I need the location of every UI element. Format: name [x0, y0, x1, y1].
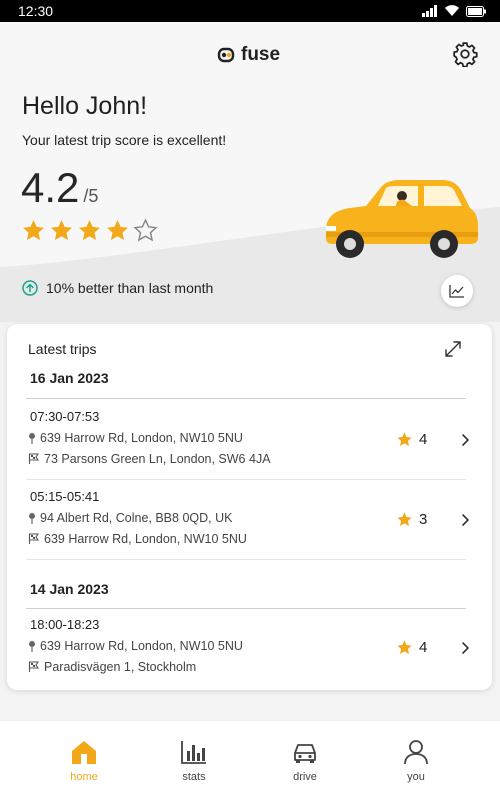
- wifi-icon: [445, 5, 459, 17]
- flag-icon: [28, 453, 40, 464]
- stats-chart-button[interactable]: [441, 275, 473, 307]
- date-divider: [26, 608, 466, 609]
- latest-trips-title: Latest trips: [28, 341, 97, 357]
- arrow-up-circle-icon: [22, 280, 38, 296]
- trip-destination-address: 639 Harrow Rd, London, NW10 5NU: [44, 532, 247, 546]
- fuse-logo-icon: [217, 47, 235, 63]
- star-filled-icon: [23, 220, 44, 240]
- trip-date-header: 16 Jan 2023: [30, 370, 109, 386]
- bottom-navigation: home stats drive you: [0, 720, 500, 800]
- star-icon: [397, 512, 412, 526]
- nav-item-stats[interactable]: stats: [164, 739, 224, 783]
- score-subtitle: Your latest trip score is excellent!: [22, 132, 227, 148]
- nav-label-stats: stats: [182, 771, 206, 783]
- trip-score: 3: [396, 511, 427, 528]
- trip-score-value: 4: [419, 431, 428, 448]
- star-rating: [21, 218, 158, 243]
- brand-name: fuse: [241, 44, 281, 65]
- star-empty-icon: [133, 218, 158, 242]
- status-time: 12:30: [18, 3, 54, 19]
- star-icon: [397, 640, 412, 654]
- trip-score: 4.2 /5: [21, 164, 98, 212]
- trip-origin: 94 Albert Rd, Colne, BB8 0QD, UK: [28, 511, 232, 525]
- trip-origin-address: 639 Harrow Rd, London, NW10 5NU: [40, 639, 243, 653]
- status-icons: [422, 5, 486, 17]
- trip-row[interactable]: 05:15-05:41 94 Albert Rd, Colne, BB8 0QD…: [26, 489, 469, 565]
- trip-time: 05:15-05:41: [30, 489, 100, 504]
- trip-origin-address: 639 Harrow Rd, London, NW10 5NU: [40, 431, 243, 445]
- trip-origin: 639 Harrow Rd, London, NW10 5NU: [28, 431, 243, 445]
- trip-row[interactable]: 07:30-07:53 639 Harrow Rd, London, NW10 …: [26, 409, 469, 485]
- signal-icon: [422, 5, 437, 17]
- trip-divider: [26, 479, 466, 480]
- chevron-right-icon[interactable]: [460, 433, 470, 447]
- trip-score-value: 4: [419, 639, 428, 656]
- flag-icon: [28, 661, 40, 672]
- nav-item-drive[interactable]: drive: [275, 739, 335, 783]
- line-chart-icon: [449, 285, 464, 298]
- star-icon: [397, 432, 412, 446]
- trip-score: 4: [396, 639, 427, 656]
- score-value: 4.2: [21, 164, 80, 211]
- pin-icon: [29, 641, 35, 652]
- nav-label-drive: drive: [293, 771, 317, 783]
- greeting-title: Hello John!: [22, 92, 148, 120]
- expand-icon[interactable]: [443, 339, 463, 359]
- trip-score: 4: [396, 431, 427, 448]
- trip-destination: 73 Parsons Green Ln, London, SW6 4JA: [28, 452, 271, 466]
- nav-label-home: home: [70, 771, 98, 783]
- score-max: /5: [83, 186, 99, 206]
- car-illustration: [326, 180, 478, 258]
- pin-icon: [29, 433, 35, 444]
- star-filled-icon: [107, 220, 128, 240]
- nav-label-you: you: [407, 771, 425, 783]
- battery-icon: [466, 5, 486, 17]
- trip-destination-address: 73 Parsons Green Ln, London, SW6 4JA: [44, 452, 271, 466]
- trip-divider: [26, 559, 466, 560]
- trip-time: 18:00-18:23: [30, 617, 100, 632]
- trip-origin-address: 94 Albert Rd, Colne, BB8 0QD, UK: [40, 511, 233, 525]
- trip-row[interactable]: 18:00-18:23 639 Harrow Rd, London, NW10 …: [26, 617, 469, 693]
- pin-icon: [29, 513, 35, 524]
- trip-time: 07:30-07:53: [30, 409, 100, 424]
- star-filled-icon: [79, 220, 100, 240]
- trip-destination: Paradisvägen 1, Stockholm: [28, 660, 196, 674]
- chevron-right-icon[interactable]: [460, 513, 470, 527]
- chevron-right-icon[interactable]: [460, 641, 470, 655]
- flag-icon: [28, 533, 40, 544]
- trend-indicator: 10% better than last month: [22, 280, 213, 296]
- status-bar: 12:30: [0, 0, 500, 22]
- date-divider: [26, 398, 466, 399]
- gear-icon[interactable]: [452, 41, 478, 67]
- latest-trips-card: Latest trips 16 Jan 2023 07:30-07:53 639…: [7, 324, 492, 690]
- user-icon: [404, 740, 428, 765]
- trip-origin: 639 Harrow Rd, London, NW10 5NU: [28, 639, 243, 653]
- trend-text: 10% better than last month: [46, 280, 214, 296]
- stats-icon: [181, 741, 206, 764]
- trip-destination: 639 Harrow Rd, London, NW10 5NU: [28, 532, 247, 546]
- hero-section: fuse Hello John! Your latest trip score …: [0, 22, 500, 322]
- nav-item-home[interactable]: home: [54, 739, 114, 783]
- trip-date-header: 14 Jan 2023: [30, 581, 109, 597]
- star-filled-icon: [51, 220, 72, 240]
- brand-logo: fuse: [217, 44, 280, 66]
- nav-item-you[interactable]: you: [386, 739, 446, 783]
- trip-destination-address: Paradisvägen 1, Stockholm: [44, 660, 197, 674]
- home-icon: [72, 741, 96, 764]
- trip-score-value: 3: [419, 511, 428, 528]
- car-icon: [294, 744, 316, 763]
